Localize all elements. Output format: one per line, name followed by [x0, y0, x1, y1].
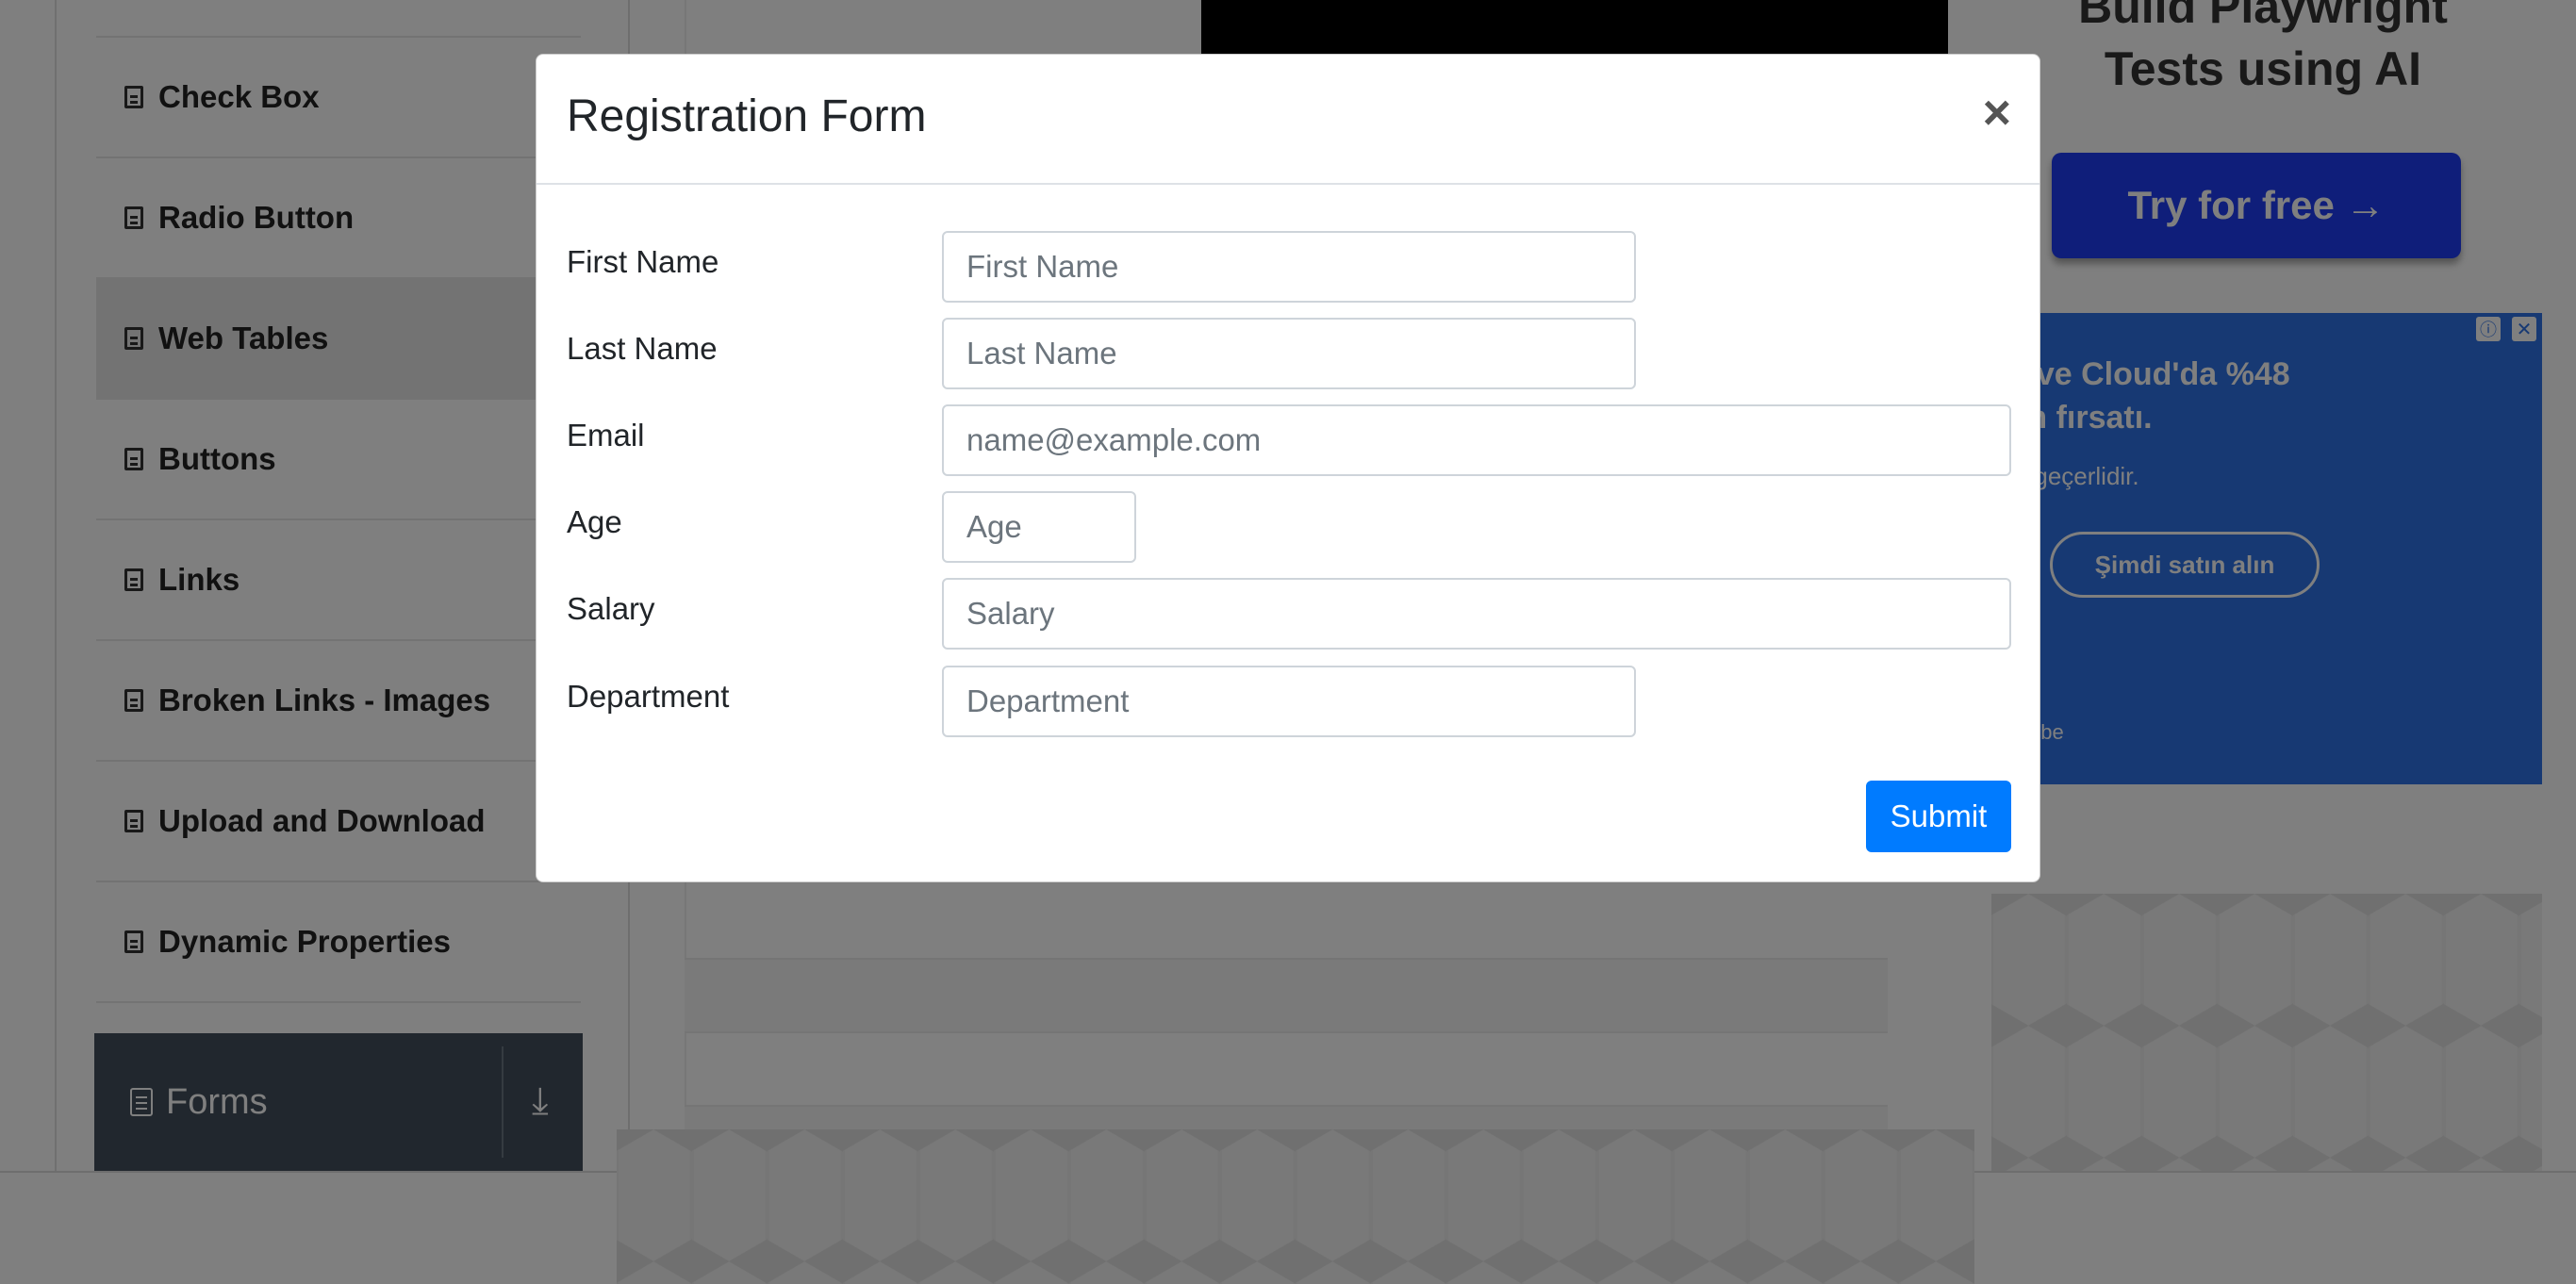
salary-row: Salary — [567, 578, 2011, 665]
registration-modal: Registration Form × First Name Last Name… — [536, 54, 2040, 882]
salary-input[interactable] — [942, 578, 2011, 650]
close-icon[interactable]: × — [1983, 89, 2011, 138]
age-row: Age — [567, 491, 2011, 578]
last-name-label: Last Name — [567, 331, 718, 366]
last-name-row: Last Name — [567, 318, 2011, 404]
first-name-label: First Name — [567, 244, 719, 279]
age-input[interactable] — [942, 491, 1136, 563]
modal-header: Registration Form × — [537, 55, 2039, 185]
email-row: Email — [567, 404, 2011, 491]
department-label: Department — [567, 679, 730, 714]
first-name-input[interactable] — [942, 231, 1636, 303]
first-name-row: First Name — [567, 231, 2011, 318]
salary-label: Salary — [567, 591, 655, 626]
last-name-input[interactable] — [942, 318, 1636, 389]
submit-button[interactable]: Submit — [1866, 781, 2011, 852]
department-row: Department — [567, 666, 2011, 752]
modal-title: Registration Form — [567, 91, 927, 141]
email-input[interactable] — [942, 404, 2011, 476]
age-label: Age — [567, 504, 622, 539]
department-input[interactable] — [942, 666, 1636, 737]
email-label: Email — [567, 418, 645, 453]
